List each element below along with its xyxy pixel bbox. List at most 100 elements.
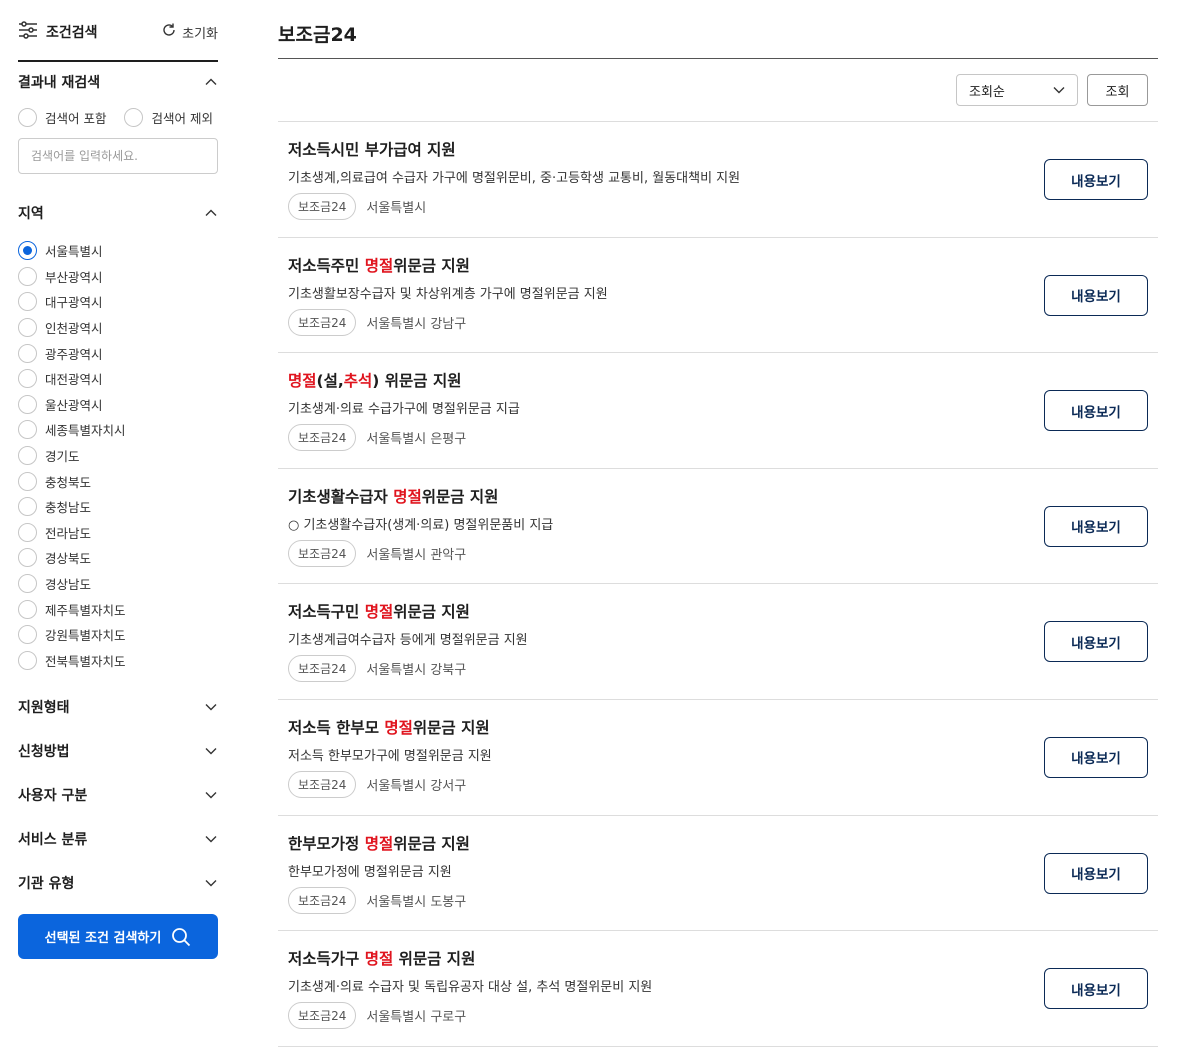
divider — [278, 58, 1158, 59]
include-keyword-option[interactable]: 검색어 포함 — [18, 108, 106, 127]
sort-select[interactable]: 조회순 — [956, 74, 1078, 106]
region-radio[interactable] — [18, 266, 37, 286]
region-radio[interactable] — [18, 574, 37, 594]
result-item: 저소득시민 부가급여 지원 기초생계,의료급여 수급자 가구에 명절위문비, 중·… — [278, 122, 1158, 238]
region-option[interactable]: 인천광역시 — [18, 315, 126, 341]
view-detail-button[interactable]: 내용보기 — [1044, 736, 1148, 778]
section-header[interactable]: 지원형태 — [18, 697, 218, 717]
region-option[interactable]: 강원특별자치도 — [18, 622, 126, 648]
region-radio[interactable] — [18, 548, 37, 568]
region-radio[interactable] — [18, 471, 37, 491]
exclude-label: 검색어 제외 — [151, 111, 213, 126]
region-radio[interactable] — [18, 446, 37, 466]
result-title[interactable]: 저소득구민 명절위문금 지원 — [288, 600, 470, 622]
region-radio[interactable] — [18, 343, 37, 363]
section-header[interactable]: 기관 유형 — [18, 873, 218, 893]
section-heading: 사용자 구분 — [18, 788, 88, 804]
region-label: 부산광역시 — [45, 269, 103, 285]
region-option[interactable]: 경기도 — [18, 443, 126, 469]
region-radio[interactable] — [18, 650, 37, 670]
region-option[interactable]: 대전광역시 — [18, 366, 126, 392]
region-option[interactable]: 울산광역시 — [18, 392, 126, 418]
region-label: 전라남도 — [45, 525, 92, 541]
refine-options: 검색어 포함 검색어 제외 — [18, 108, 213, 127]
section-header[interactable]: 신청방법 — [18, 741, 218, 761]
view-detail-button[interactable]: 내용보기 — [1044, 968, 1148, 1010]
view-detail-button[interactable]: 내용보기 — [1044, 159, 1148, 200]
source-badge: 보조금24 — [288, 193, 357, 220]
title-text: ) 위문금 지원 — [372, 372, 462, 391]
section-heading: 서비스 분류 — [18, 832, 88, 848]
region-radio[interactable] — [18, 369, 37, 389]
result-title[interactable]: 저소득주민 명절위문금 지원 — [288, 254, 470, 276]
view-detail-button[interactable]: 내용보기 — [1044, 852, 1148, 894]
result-description: ○ 기초생활수급자(생계·의료) 명절위문품비 지급 — [288, 517, 554, 533]
result-meta: 보조금24 서울특별시 강북구 — [288, 655, 466, 683]
title-text: 저소득 한부모 — [288, 718, 385, 737]
region-label: 전북특별자치도 — [45, 653, 126, 669]
region-option[interactable]: 대구광역시 — [18, 289, 126, 315]
region-section-header[interactable]: 지역 — [18, 203, 218, 223]
section-heading: 지원형태 — [18, 700, 70, 716]
highlight-keyword: 명절 — [364, 950, 394, 969]
search-icon — [172, 927, 191, 946]
result-description: 한부모가정에 명절위문금 지원 — [288, 864, 452, 880]
reset-button[interactable]: 초기화 — [161, 22, 218, 42]
result-region: 서울특별시 구로구 — [366, 1010, 467, 1026]
region-radio[interactable] — [18, 292, 37, 312]
region-option[interactable]: 경상남도 — [18, 571, 126, 597]
region-option[interactable]: 광주광역시 — [18, 340, 126, 366]
region-option[interactable]: 제주특별자치도 — [18, 596, 126, 622]
region-radio[interactable] — [18, 625, 37, 645]
result-title[interactable]: 한부모가정 명절위문금 지원 — [288, 832, 470, 854]
result-item: 저소득구민 명절위문금 지원 기초생계급여수급자 등에게 명절위문금 지원 보조금2… — [278, 584, 1158, 700]
title-text: 한부모가정 — [288, 834, 365, 853]
result-description: 기초생활보장수급자 및 차상위계층 가구에 명절위문금 지원 — [288, 286, 608, 302]
source-badge: 보조금24 — [288, 655, 357, 683]
region-option[interactable]: 서울특별시 — [18, 238, 126, 264]
result-title[interactable]: 명절(설,추석) 위문금 지원 — [288, 369, 461, 391]
region-option[interactable]: 전라남도 — [18, 520, 126, 546]
region-radio[interactable] — [18, 420, 37, 440]
result-meta: 보조금24 서울특별시 강서구 — [288, 770, 466, 798]
region-option[interactable]: 경상북도 — [18, 545, 126, 571]
chevron-down-icon — [205, 792, 217, 799]
submit-search-button[interactable]: 선택된 조건 검색하기 — [18, 914, 218, 959]
view-detail-button[interactable]: 내용보기 — [1044, 505, 1148, 547]
result-title[interactable]: 저소득 한부모 명절위문금 지원 — [288, 716, 490, 738]
result-title[interactable]: 저소득가구 명절 위문금 지원 — [288, 947, 475, 969]
result-meta: 보조금24 서울특별시 — [288, 193, 426, 220]
region-radio[interactable] — [18, 318, 37, 338]
source-badge: 보조금24 — [288, 539, 357, 567]
view-detail-button[interactable]: 내용보기 — [1044, 621, 1148, 663]
source-badge: 보조금24 — [288, 1002, 357, 1030]
region-option[interactable]: 부산광역시 — [18, 264, 126, 290]
filter-icon — [18, 21, 38, 43]
result-description: 기초생계·의료 수급가구에 명절위문금 지급 — [288, 402, 520, 418]
refine-search-input[interactable] — [18, 138, 218, 174]
section-header[interactable]: 사용자 구분 — [18, 785, 218, 805]
result-title[interactable]: 기초생활수급자 명절위문금 지원 — [288, 485, 498, 507]
region-radio[interactable] — [18, 497, 37, 517]
region-option[interactable]: 충청북도 — [18, 468, 126, 494]
region-radio[interactable] — [18, 599, 37, 619]
view-detail-button[interactable]: 내용보기 — [1044, 274, 1148, 316]
region-radio[interactable] — [18, 394, 37, 414]
exclude-radio[interactable] — [124, 108, 144, 127]
exclude-keyword-option[interactable]: 검색어 제외 — [124, 108, 213, 127]
sidebar-title-label: 조건검색 — [46, 25, 98, 41]
chevron-up-icon — [205, 78, 217, 85]
refine-section-header[interactable]: 결과내 재검색 — [18, 72, 218, 92]
region-radio[interactable] — [18, 522, 37, 542]
region-radio[interactable] — [18, 241, 37, 261]
include-radio[interactable] — [18, 108, 37, 127]
region-option[interactable]: 전북특별자치도 — [18, 648, 126, 674]
region-option[interactable]: 세종특별자치시 — [18, 417, 126, 443]
region-option[interactable]: 충청남도 — [18, 494, 126, 520]
chevron-down-icon — [205, 880, 217, 887]
sort-search-button[interactable]: 조회 — [1087, 74, 1148, 106]
view-detail-button[interactable]: 내용보기 — [1044, 390, 1148, 432]
result-title[interactable]: 저소득시민 부가급여 지원 — [288, 138, 456, 160]
section-header[interactable]: 서비스 분류 — [18, 829, 218, 849]
region-label: 대구광역시 — [45, 295, 103, 311]
